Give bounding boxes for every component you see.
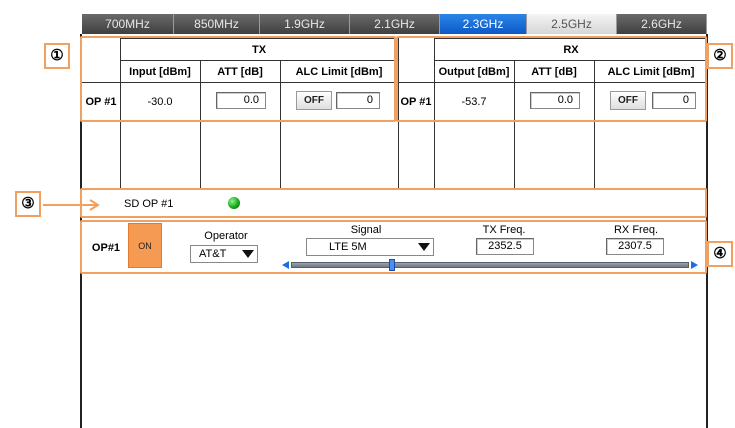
callout-badge-4: ④ <box>707 241 733 267</box>
callout-badge-3: ③ <box>15 191 41 217</box>
tab-2-5ghz[interactable]: 2.5GHz <box>527 14 617 34</box>
tab-2-1ghz[interactable]: 2.1GHz <box>350 14 440 34</box>
callout-arrow-icon <box>43 199 100 211</box>
callout-badge-1: ① <box>44 43 70 69</box>
callout-badge-2: ② <box>707 43 733 69</box>
tab-850mhz[interactable]: 850MHz <box>174 14 260 34</box>
tab-700mhz[interactable]: 700MHz <box>82 14 174 34</box>
callout-box-op <box>80 220 707 274</box>
tab-1-9ghz[interactable]: 1.9GHz <box>260 14 350 34</box>
callout-box-tx <box>80 36 396 122</box>
callout-box-rx <box>396 36 707 122</box>
callout-box-sd <box>80 188 707 218</box>
tab-2-6ghz[interactable]: 2.6GHz <box>617 14 707 34</box>
tab-2-3ghz[interactable]: 2.3GHz <box>440 14 527 34</box>
band-tab-bar: 700MHz 850MHz 1.9GHz 2.1GHz 2.3GHz 2.5GH… <box>82 14 707 34</box>
